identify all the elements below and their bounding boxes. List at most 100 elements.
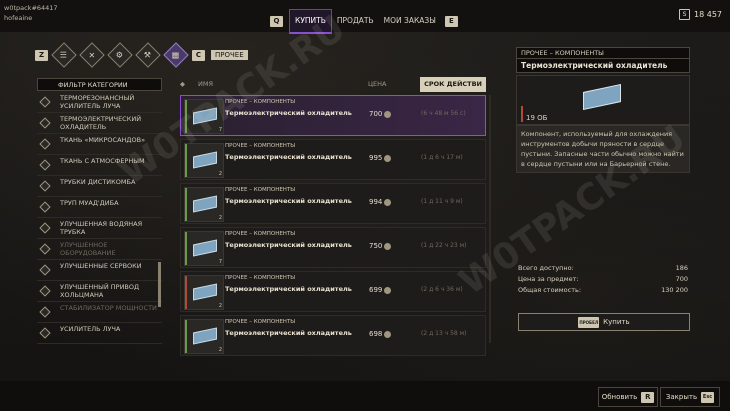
- table-row[interactable]: 2 ПРОЧЕЕ – КОМПОНЕНТЫ Термоэлектрический…: [180, 271, 486, 312]
- row-name: Термоэлектрический охладитель: [225, 285, 352, 293]
- item-thumbnail: 7: [184, 99, 224, 134]
- detail-panel: ПРОЧЕЕ – КОМПОНЕНТЫ Термоэлектрический о…: [516, 47, 690, 173]
- filter-item[interactable]: ТРУБКИ ДИСТИКОМБА: [37, 176, 162, 197]
- balance: S 18 457: [679, 9, 722, 20]
- filter-scrollbar[interactable]: [158, 262, 161, 307]
- filter-item[interactable]: ТКАНЬ «МИКРОСАНДОВ»: [37, 134, 162, 155]
- detail-category: ПРОЧЕЕ – КОМПОНЕНТЫ: [516, 47, 690, 59]
- filter-diamond-icon: [39, 264, 51, 276]
- table-row[interactable]: 2 ПРОЧЕЕ – КОМПОНЕНТЫ Термоэлектрический…: [180, 315, 486, 356]
- detail-image: 19 ОБ: [516, 75, 690, 125]
- filter-item[interactable]: УЛУЧШЕННАЯ ВОДЯНАЯ ТРУБКА: [37, 218, 162, 239]
- category-label: ПРОЧЕЕ: [211, 50, 248, 60]
- table-row[interactable]: 2 ПРОЧЕЕ – КОМПОНЕНТЫ Термоэлектрический…: [180, 139, 486, 180]
- filter-diamond-icon: [39, 243, 51, 255]
- filter-header: ФИЛЬТР КАТЕГОРИИ: [37, 78, 162, 91]
- row-category: ПРОЧЕЕ – КОМПОНЕНТЫ: [225, 231, 296, 237]
- available-label: Всего доступно:: [518, 264, 574, 272]
- cooler-icon: [193, 107, 217, 125]
- row-expiry: (1 д 22 ч 23 м): [421, 242, 467, 249]
- filter-item[interactable]: УСИЛИТЕЛЬ ЛУЧА: [37, 323, 162, 344]
- filter-diamond-icon: [39, 96, 51, 108]
- row-price: 698: [369, 330, 392, 338]
- prev-tab-key[interactable]: Q: [270, 15, 283, 27]
- table-row[interactable]: 2 ПРОЧЕЕ – КОМПОНЕНТЫ Термоэлектрический…: [180, 183, 486, 224]
- column-expiry[interactable]: СРОК ДЕЙСТВИ: [420, 77, 486, 92]
- tab-my-orders[interactable]: МОИ ЗАКАЗЫ: [379, 10, 441, 32]
- detail-description: Компонент, используемый для охлаждения и…: [516, 125, 690, 173]
- close-button[interactable]: Закрыть Esc: [660, 387, 720, 407]
- filter-item[interactable]: ТЕРМОЭЛЕКТРИЧЕСКИЙ ОХЛАДИТЕЛЬ: [37, 113, 162, 134]
- filter-diamond-icon: [39, 138, 51, 150]
- buy-label: Купить: [603, 318, 630, 326]
- filter-item[interactable]: СТАБИЛИЗАТОР МОЩНОСТИ: [37, 302, 162, 323]
- user-status: hofeaine: [4, 14, 33, 22]
- top-bar: w0tpack#64417 hofeaine Q КУПИТЬ ПРОДАТЬ …: [0, 0, 730, 34]
- solari-icon: [384, 198, 392, 206]
- row-name: Термоэлектрический охладитель: [225, 153, 352, 161]
- row-expiry: (2 д 6 ч 36 м): [421, 286, 463, 293]
- row-name: Термоэлектрический охладитель: [225, 241, 352, 249]
- filter-diamond-icon: [39, 201, 51, 213]
- table-row[interactable]: 7 ПРОЧЕЕ – КОМПОНЕНТЫ Термоэлектрический…: [180, 227, 486, 268]
- row-category: ПРОЧЕЕ – КОМПОНЕНТЫ: [225, 319, 296, 325]
- misc-icon[interactable]: ▦: [163, 42, 189, 68]
- row-price: 995: [369, 154, 392, 162]
- all-icon[interactable]: ☰: [51, 42, 77, 68]
- row-price: 750: [369, 242, 392, 250]
- durability-bar: [521, 106, 523, 122]
- filter-diamond-icon: [39, 327, 51, 339]
- item-thumbnail: 7: [184, 231, 224, 266]
- table-header: ◆ ИМЯ ЦЕНА СРОК ДЕЙСТВИ: [180, 77, 486, 92]
- filter-diamond-icon: [39, 222, 51, 234]
- tools-icon[interactable]: ⚙: [107, 42, 133, 68]
- unit-price-label: Цена за предмет:: [518, 275, 579, 283]
- tab-sell[interactable]: ПРОДАТЬ: [332, 10, 379, 32]
- row-expiry: (1 д 11 ч 9 м): [421, 198, 463, 205]
- listing-table: 7 ПРОЧЕЕ – КОМПОНЕНТЫ Термоэлектрический…: [180, 95, 486, 359]
- row-expiry: (2 д 13 ч 58 м): [421, 330, 467, 337]
- refresh-button[interactable]: Обновить R: [598, 387, 658, 407]
- solari-icon: [384, 286, 392, 294]
- column-price[interactable]: ЦЕНА: [368, 77, 408, 92]
- filter-item[interactable]: ТЕРМОРЕЗОНАНСНЫЙ УСИЛИТЕЛЬ ЛУЧА: [37, 92, 162, 113]
- hammer-icon[interactable]: ⚒: [135, 42, 161, 68]
- next-tab-key[interactable]: E: [444, 15, 458, 27]
- table-scrollbar[interactable]: [489, 95, 491, 343]
- row-category: ПРОЧЕЕ – КОМПОНЕНТЫ: [225, 143, 296, 149]
- bottom-bar: Обновить R Закрыть Esc: [0, 381, 730, 411]
- filter-diamond-icon: [39, 180, 51, 192]
- filter-item[interactable]: ТРУП МУАД'ДИБА: [37, 197, 162, 218]
- solari-icon: [384, 330, 392, 338]
- filter-item[interactable]: УЛУЧШЕННЫЕ СЕРВОКИ: [37, 260, 162, 281]
- name-sort-icon: ◆: [180, 80, 185, 88]
- close-label: Закрыть: [665, 393, 698, 401]
- row-price: 994: [369, 198, 392, 206]
- username: w0tpack#64417: [4, 4, 58, 12]
- weapon-icon[interactable]: ✕: [79, 42, 105, 68]
- row-category: ПРОЧЕЕ – КОМПОНЕНТЫ: [225, 99, 296, 105]
- buy-button[interactable]: ПРОБЕЛ Купить: [518, 313, 690, 331]
- item-thumbnail: 2: [184, 275, 224, 310]
- filter-item[interactable]: УЛУЧШЕННЫЙ ПРИВОД ХОЛЬЦМАНА: [37, 281, 162, 302]
- row-price: 699: [369, 286, 392, 294]
- main-nav: Q КУПИТЬ ПРОДАТЬ МОИ ЗАКАЗЫ E: [270, 8, 458, 34]
- space-key: ПРОБЕЛ: [578, 316, 600, 328]
- tab-buy[interactable]: КУПИТЬ: [289, 8, 332, 34]
- cooler-icon: [193, 327, 217, 345]
- cooler-icon: [193, 239, 217, 257]
- filter-item[interactable]: ТКАНЬ С АТМОСФЕРНЫМ: [37, 155, 162, 176]
- cooler-icon: [193, 151, 217, 169]
- table-row[interactable]: 7 ПРОЧЕЕ – КОМПОНЕНТЫ Термоэлектрический…: [180, 95, 486, 136]
- filter-item[interactable]: УЛУЧШЕННОЕ ОБОРУДОВАНИЕ: [37, 239, 162, 260]
- refresh-label: Обновить: [601, 393, 638, 401]
- total-cost-value: 130 200: [661, 286, 688, 294]
- solari-icon: S: [679, 9, 690, 20]
- prev-category-key[interactable]: Z: [35, 49, 48, 61]
- row-expiry: (6 ч 48 м 56 с): [421, 110, 466, 117]
- total-cost-label: Общая стоимость:: [518, 286, 582, 294]
- column-name[interactable]: ИМЯ: [198, 77, 368, 92]
- cooler-icon: [193, 195, 217, 213]
- next-category-key[interactable]: C: [192, 49, 205, 61]
- item-thumbnail: 2: [184, 187, 224, 222]
